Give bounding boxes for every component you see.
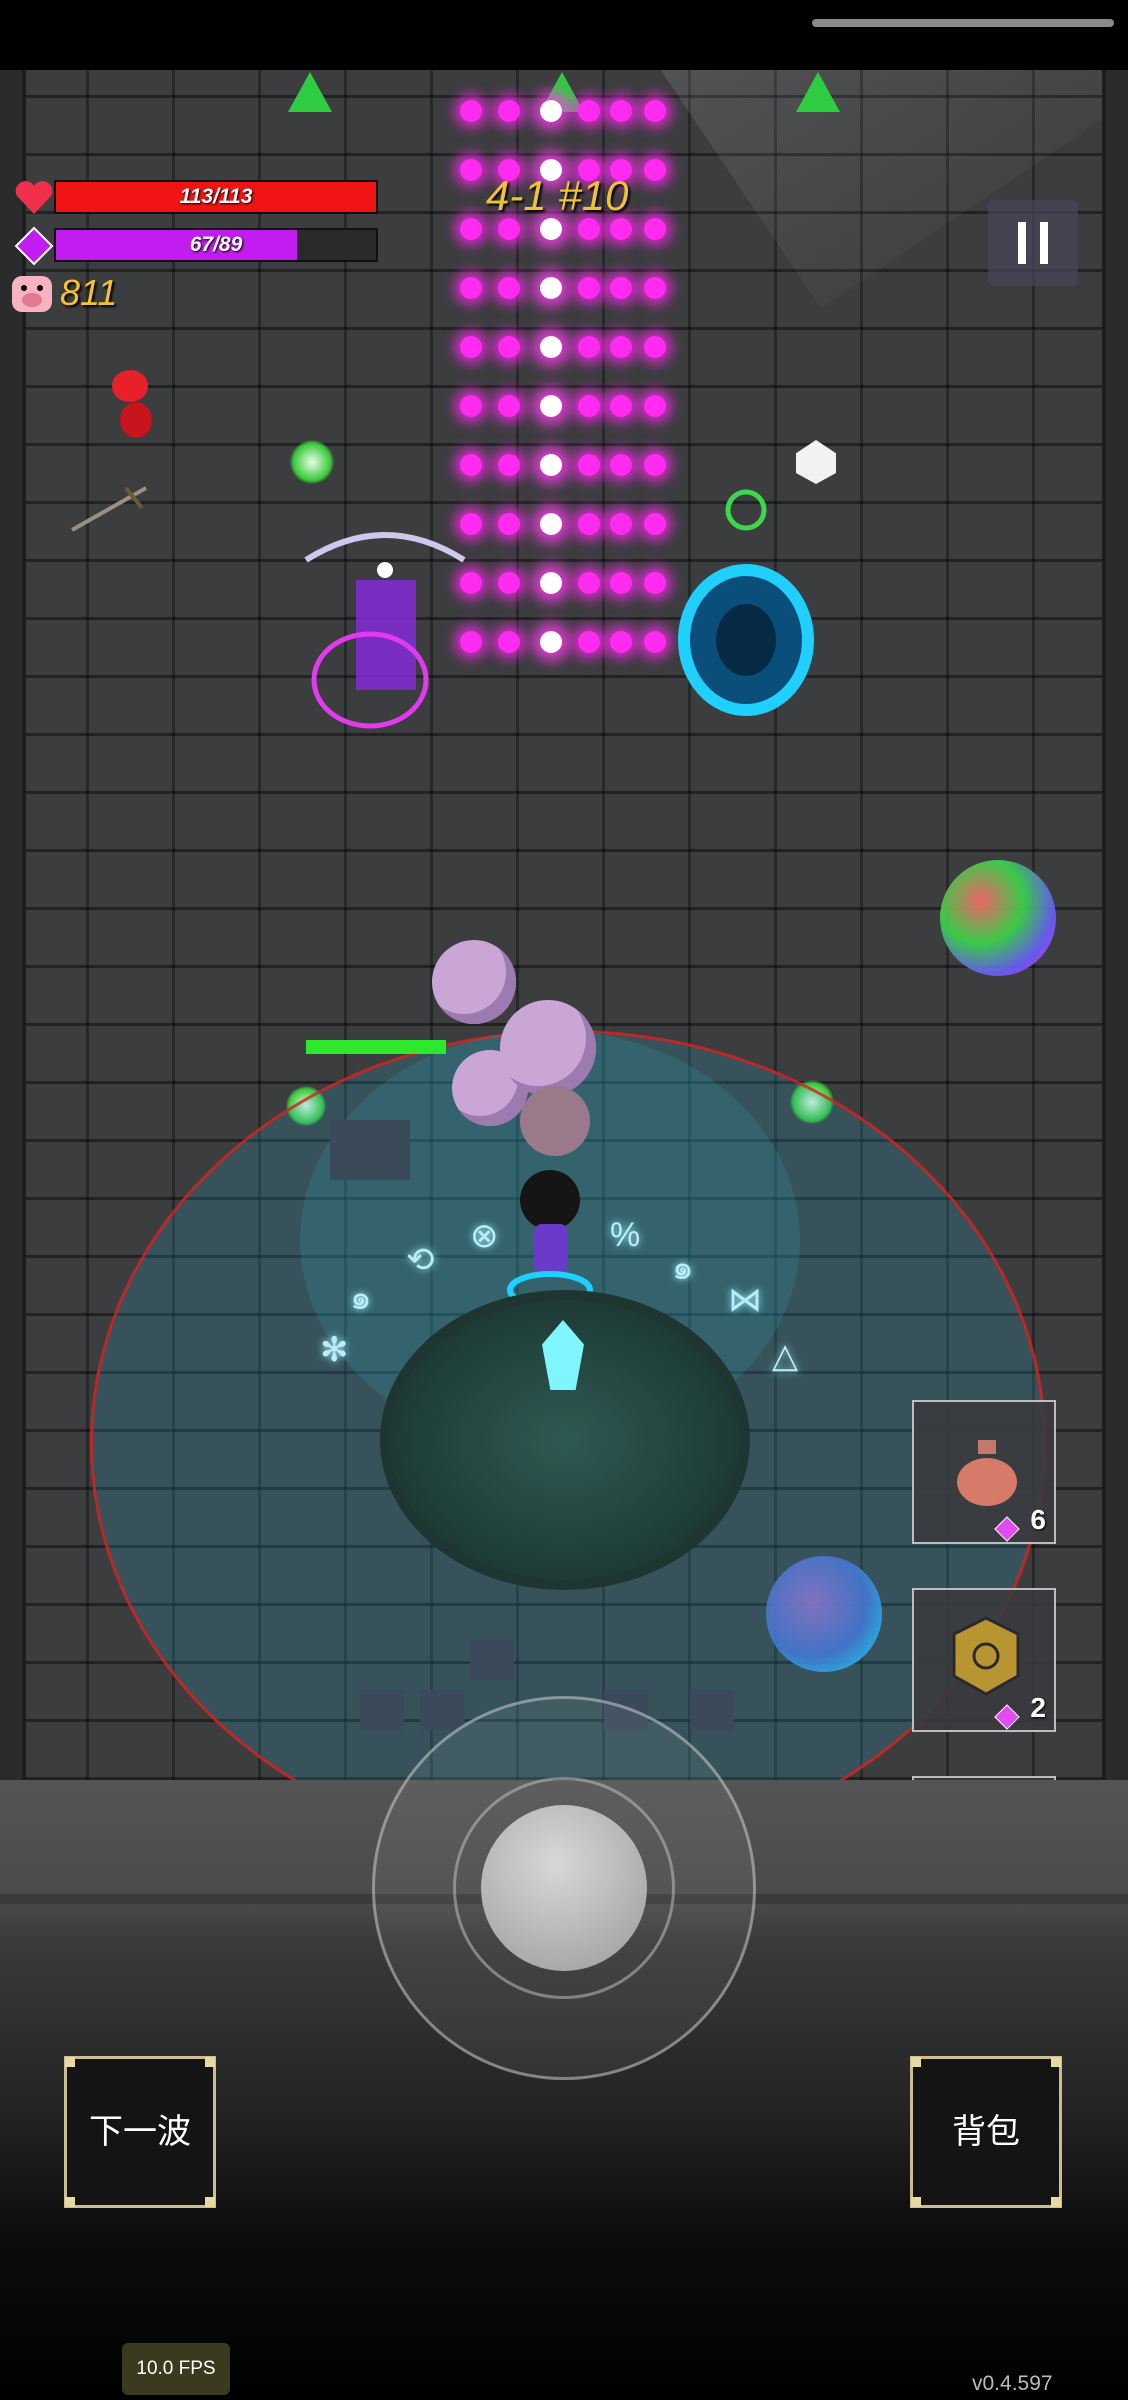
gem-icon: [994, 1704, 1020, 1730]
magenta-projectile: [578, 395, 600, 417]
magenta-projectile: [460, 100, 482, 122]
magenta-projectile: [578, 631, 600, 653]
hp-bar: 113/113: [54, 180, 378, 214]
magenta-projectile: [610, 454, 632, 476]
next-wave-button[interactable]: 下一波: [64, 2056, 216, 2208]
joystick-knob[interactable]: [481, 1805, 647, 1971]
sword-icon: [71, 486, 147, 532]
pause-icon: [1018, 222, 1026, 264]
portal: [678, 489, 814, 716]
magenta-projectile: [498, 454, 520, 476]
magenta-projectile: [578, 100, 600, 122]
magenta-projectile: [644, 513, 666, 535]
status-bar: [0, 0, 1128, 70]
magenta-projectile: [644, 277, 666, 299]
magenta-projectile: [610, 100, 632, 122]
magenta-projectile: [540, 631, 562, 653]
magenta-projectile: [578, 277, 600, 299]
backpack-label: 背包: [952, 2113, 1020, 2151]
item-count: 6: [1030, 1504, 1046, 1535]
magenta-projectile: [644, 336, 666, 358]
magenta-projectile: [610, 513, 632, 535]
item-count: 2: [1030, 1692, 1046, 1723]
magenta-projectile: [540, 277, 562, 299]
magenta-projectile: [540, 218, 562, 240]
mp-text: 67/89: [189, 233, 243, 256]
green-torch-left-top: [290, 440, 334, 484]
virtual-joystick[interactable]: [372, 1696, 756, 2080]
magenta-projectile: [540, 395, 562, 417]
magenta-projectile: [578, 218, 600, 240]
magenta-projectile: [644, 159, 666, 181]
magenta-projectile: [540, 336, 562, 358]
magenta-projectile: [578, 454, 600, 476]
magenta-projectile: [578, 336, 600, 358]
level-indicator: 4-1 #10: [486, 172, 629, 219]
magenta-projectile: [498, 218, 520, 240]
magenta-projectile: [460, 218, 482, 240]
magenta-projectile: [498, 631, 520, 653]
diamond-icon: [14, 226, 54, 266]
magenta-projectile: [644, 572, 666, 594]
gesture-pill: [812, 19, 1114, 27]
pig-icon: [12, 276, 52, 312]
magenta-projectile: [498, 277, 520, 299]
magenta-projectile: [644, 454, 666, 476]
gem-icon: [994, 1516, 1020, 1542]
magenta-projectile: [610, 277, 632, 299]
magenta-projectile: [644, 100, 666, 122]
pig-enemy: [520, 1086, 590, 1156]
magenta-projectile: [498, 336, 520, 358]
magenta-projectile: [644, 395, 666, 417]
version-label: v0.4.597: [972, 2372, 1053, 2395]
hp-text: 113/113: [179, 185, 253, 208]
pause-button[interactable]: [988, 200, 1078, 286]
next-wave-label: 下一波: [89, 2113, 191, 2151]
rune-cube-icon: [952, 1616, 1020, 1696]
magenta-projectile: [540, 100, 562, 122]
magenta-projectile: [498, 100, 520, 122]
magenta-projectile: [460, 159, 482, 181]
magenta-projectile: [578, 572, 600, 594]
magenta-projectile: [540, 513, 562, 535]
magenta-projectile: [644, 218, 666, 240]
magenta-projectile: [610, 395, 632, 417]
item-slot-rune-cube[interactable]: 2: [912, 1588, 1056, 1732]
red-crystal-icon: [112, 370, 152, 438]
magenta-projectile: [578, 513, 600, 535]
magenta-projectile: [498, 513, 520, 535]
magenta-projectile: [610, 631, 632, 653]
player-turret: [330, 1120, 410, 1180]
crossbow-turret: [304, 532, 466, 729]
magenta-projectile: [610, 218, 632, 240]
pig-enemy: [500, 1000, 596, 1096]
magenta-projectile: [610, 572, 632, 594]
coin-count: 811: [60, 272, 118, 313]
item-slot-clay-pot[interactable]: 6: [912, 1400, 1056, 1544]
clay-pot-icon: [957, 1440, 1017, 1506]
magenta-projectile: [460, 336, 482, 358]
backpack-button[interactable]: 背包: [910, 2056, 1062, 2208]
magenta-projectile: [540, 454, 562, 476]
magenta-projectile: [610, 336, 632, 358]
magenta-projectile: [644, 631, 666, 653]
magenta-projectile: [460, 395, 482, 417]
pig-enemy: [432, 940, 516, 1024]
magenta-projectile: [540, 572, 562, 594]
rainbow-orb: [940, 860, 1056, 976]
heart-icon: [15, 181, 53, 214]
mp-bar: 67/89: [54, 228, 378, 262]
enemy-health-fill: [306, 1040, 446, 1054]
enemy-health-bar: [306, 1040, 446, 1054]
magenta-projectile: [498, 395, 520, 417]
magenta-projectile: [498, 572, 520, 594]
magenta-projectile: [460, 277, 482, 299]
fps-counter: 10.0 FPS: [122, 2343, 230, 2395]
